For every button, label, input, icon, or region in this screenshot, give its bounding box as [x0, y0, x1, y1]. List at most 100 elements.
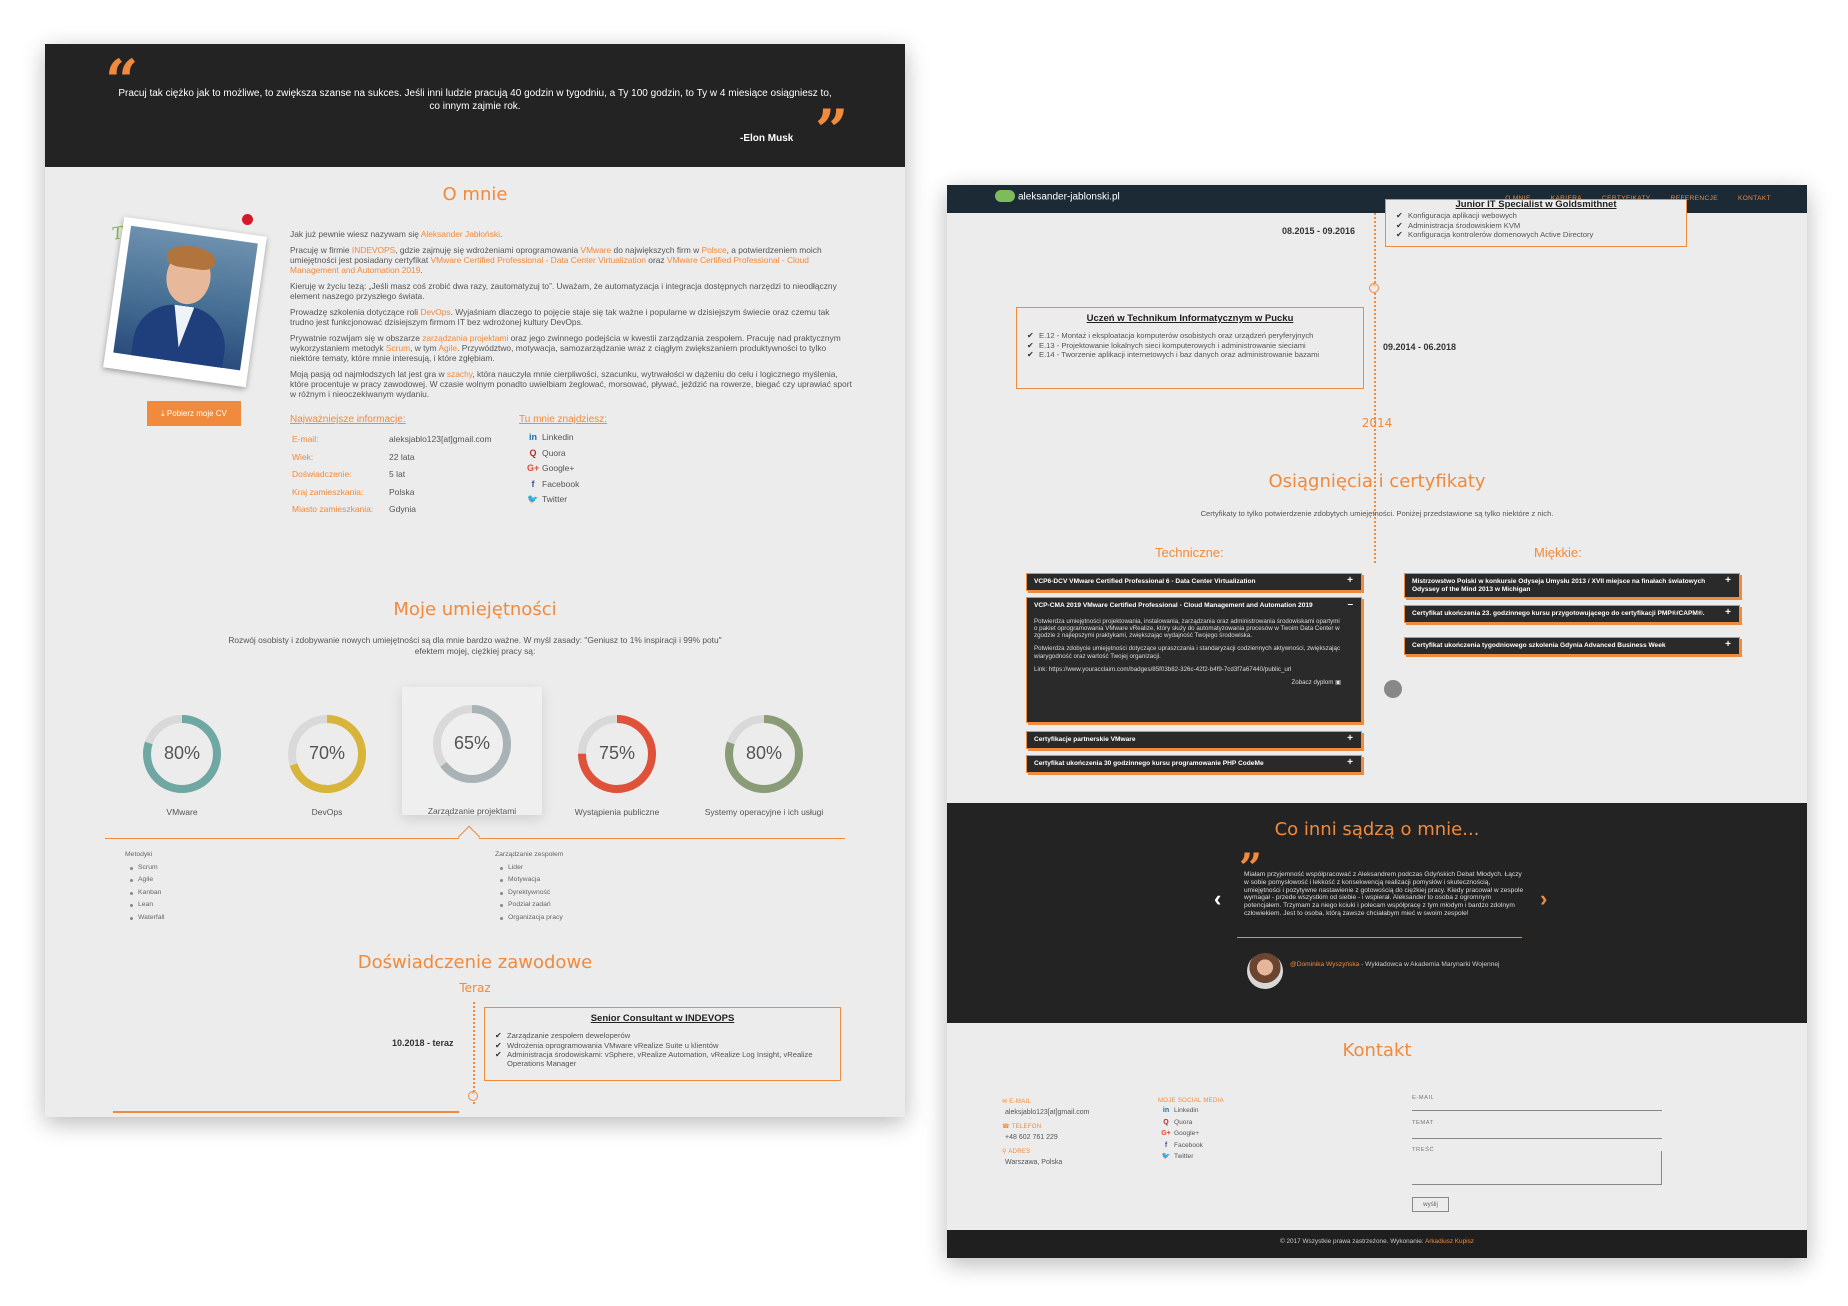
- contact-title: Kontakt: [1342, 1040, 1412, 1061]
- social-media-label: MOJE SOCIAL MEDIA: [1158, 1098, 1224, 1104]
- email-label: ✉ E-MAIL: [1002, 1099, 1032, 1105]
- cert-link[interactable]: Link: https://www.youracclaim.com/badges…: [1034, 666, 1341, 673]
- social-quora[interactable]: Q Quora: [1161, 1117, 1203, 1129]
- cert-accordion-item-expanded[interactable]: VCP-CMA 2019 VMware Certified Profession…: [1026, 597, 1362, 723]
- list-item: Dyrektywność: [495, 887, 563, 900]
- testimonials-section: Co inni sądzą o mnie... ” Miałam przyjem…: [947, 803, 1807, 1023]
- social-quora[interactable]: Q Quora: [527, 446, 579, 462]
- list-item: E.13 - Projektowanie lokalnych sieci kom…: [1027, 341, 1353, 351]
- footer-author-link[interactable]: Arkadiusz Kupisz: [1425, 1238, 1474, 1245]
- form-subject-input[interactable]: [1412, 1138, 1662, 1139]
- form-email-input[interactable]: [1412, 1110, 1662, 1111]
- list-item: Konfiguracja kontrolerów domenowych Acti…: [1396, 230, 1676, 240]
- social-googleplus[interactable]: G+ Google+: [1161, 1128, 1203, 1140]
- prev-arrow-icon[interactable]: ‹: [1214, 886, 1221, 912]
- social-facebook[interactable]: f Facebook: [527, 477, 580, 493]
- cert-accordion-item[interactable]: Certyfikacje partnerskie VMware +: [1026, 731, 1362, 749]
- cert-accordion-item[interactable]: Certyfikat ukończenia 30 godzinnego kurs…: [1026, 755, 1362, 773]
- social-googleplus[interactable]: G+ Google+: [527, 461, 579, 477]
- list-item: Podział zadań: [495, 899, 563, 912]
- about-paragraph: Prywatnie rozwijam się w obszarze zarząd…: [290, 333, 841, 363]
- cert-accordion-item[interactable]: VCP6-DCV VMware Certified Professional 6…: [1026, 573, 1362, 591]
- info-row: Kraj zamieszkania: Polska: [292, 486, 415, 497]
- linkedin-icon: in: [1162, 1107, 1170, 1114]
- job-title: Junior IT Specialist w Goldsmithnet: [1455, 199, 1617, 210]
- list-item: Lider: [495, 862, 563, 875]
- quote-banner: “ Pracuj tak ciężko jak to możliwe, to z…: [45, 44, 905, 167]
- phone-label: ☎ TELEFON: [1002, 1124, 1042, 1130]
- social-linkedin[interactable]: in Linkedin: [1161, 1105, 1203, 1117]
- cert-accordion-item[interactable]: Certyfikat ukończenia 23. godzinnego kur…: [1404, 605, 1740, 623]
- about-text: Jak już pewnie wiesz nazywam się Aleksan…: [290, 229, 855, 405]
- soft-certs-title: Miękkie:: [1534, 545, 1582, 560]
- skill-label: Zarządzanie projektami: [427, 806, 517, 816]
- team-title: Zarządzanie zespołem: [495, 851, 564, 858]
- social-linkedin[interactable]: in Linkedin: [527, 430, 579, 446]
- site-logo-text: aleksander-jablonski.pl: [1018, 191, 1120, 203]
- facebook-icon: f: [531, 478, 535, 489]
- skill-label: DevOps: [311, 807, 343, 817]
- timeline-marker: ^: [468, 1091, 478, 1101]
- cert-accordion-item[interactable]: Certyfikat ukończenia tygodniowego szkol…: [1404, 637, 1740, 655]
- download-cv-button[interactable]: ⤓ Pobierz moje CV: [147, 401, 241, 426]
- testimonials-title: Co inni sądzą o mnie...: [1274, 819, 1480, 840]
- skills-divider-caret: [457, 825, 481, 849]
- testimonial-divider: [1237, 937, 1522, 938]
- download-cv-label: Pobierz moje CV: [166, 409, 227, 418]
- form-subject-label: TEMAT: [1412, 1120, 1434, 1126]
- certs-title: Osiągnięcia i certyfikaty: [1268, 471, 1486, 492]
- list-item: E.12 - Montaż i eksploatacja komputerów …: [1027, 331, 1353, 341]
- nav-contact[interactable]: KONTAKT: [1738, 195, 1771, 202]
- quora-icon: Q: [529, 447, 537, 458]
- tech-certs-title: Techniczne:: [1155, 545, 1224, 560]
- methods-title: Metodyki: [125, 851, 153, 858]
- list-item: Konfiguracja aplikacji webowych: [1396, 211, 1676, 221]
- next-arrow-icon[interactable]: ›: [1540, 886, 1547, 912]
- find-me-title: Tu mnie znajdziesz:: [519, 414, 607, 425]
- info-row: Doświadczenie: 5 lat: [292, 469, 406, 479]
- list-item: Organizacja pracy: [495, 912, 563, 925]
- quote-author: -Elon Musk: [740, 133, 794, 144]
- list-item: Lean: [125, 899, 165, 912]
- info-row: Miasto zamieszkania: Gdynia: [292, 504, 416, 514]
- social-facebook[interactable]: f Facebook: [1161, 1140, 1203, 1152]
- skills-title: Moje umiejętności: [393, 599, 557, 620]
- timeline-line: [473, 1002, 475, 1104]
- form-email-label: E-MAIL: [1412, 1095, 1435, 1101]
- about-paragraph: Jak już pewnie wiesz nazywam się Aleksan…: [290, 229, 503, 239]
- view-diploma-link[interactable]: Zobacz dyplom ▣: [1034, 679, 1341, 686]
- address-value: Warszawa, Polska: [1005, 1159, 1063, 1166]
- skills-subtitle: Rozwój osobisty i zdobywanie nowych umie…: [228, 635, 722, 656]
- timeline-date: 10.2018 - teraz: [392, 1038, 454, 1048]
- social-twitter[interactable]: 🐦 Twitter: [527, 492, 579, 508]
- facebook-icon: f: [1164, 1141, 1168, 1149]
- linkedin-icon: in: [529, 432, 537, 442]
- list-item: Agile: [125, 874, 165, 887]
- googleplus-icon: G+: [1161, 1130, 1171, 1137]
- info-title: Najważniejsze informacje:: [290, 414, 406, 425]
- profile-photo: [113, 225, 258, 371]
- testimonial-author: @Dominika Wyszyńska - Wykładowca w Akade…: [1290, 961, 1500, 968]
- phone-icon: ☎: [1002, 1124, 1012, 1130]
- list-item: Kanban: [125, 887, 165, 900]
- site-logo[interactable]: aleksander-jablonski.pl: [995, 190, 1120, 203]
- contact-social-list: in Linkedin Q Quora G+ Google+ f Facebook 🐦 T…: [1161, 1105, 1203, 1163]
- social-twitter[interactable]: 🐦 Twitter: [1161, 1151, 1203, 1163]
- email-value: aleksjablo123[at]gmail.com: [1005, 1109, 1090, 1116]
- twitter-icon: 🐦: [1161, 1153, 1171, 1160]
- send-button[interactable]: wyślij: [1412, 1197, 1449, 1212]
- timeline-bottom-line: [113, 1111, 459, 1113]
- cert-accordion-item[interactable]: Mistrzowstwo Polski w konkursie Odyseja …: [1404, 573, 1740, 598]
- left-page-screenshot: “ Pracuj tak ciężko jak to możliwe, to z…: [45, 44, 905, 1117]
- footer-text: © 2017 Wszystkie prawa zastrzeżone. Wyko…: [1280, 1238, 1425, 1245]
- list-item: Wdrożenia oprogramowania VMware vRealize…: [495, 1041, 830, 1051]
- skill-percent: 75%: [598, 743, 636, 763]
- info-row: E-mail: aleksjablo123[at]gmail.com: [292, 434, 492, 444]
- plus-icon: +: [1725, 575, 1731, 586]
- quora-icon: Q: [1163, 1118, 1169, 1126]
- document-icon: ▣: [1335, 679, 1341, 687]
- form-body-textarea[interactable]: [1412, 1151, 1662, 1185]
- skill-percent: 80%: [163, 743, 201, 763]
- about-title: O mnie: [442, 184, 508, 205]
- list-item: Administracja środowiskami: vSphere, vRe…: [495, 1050, 830, 1069]
